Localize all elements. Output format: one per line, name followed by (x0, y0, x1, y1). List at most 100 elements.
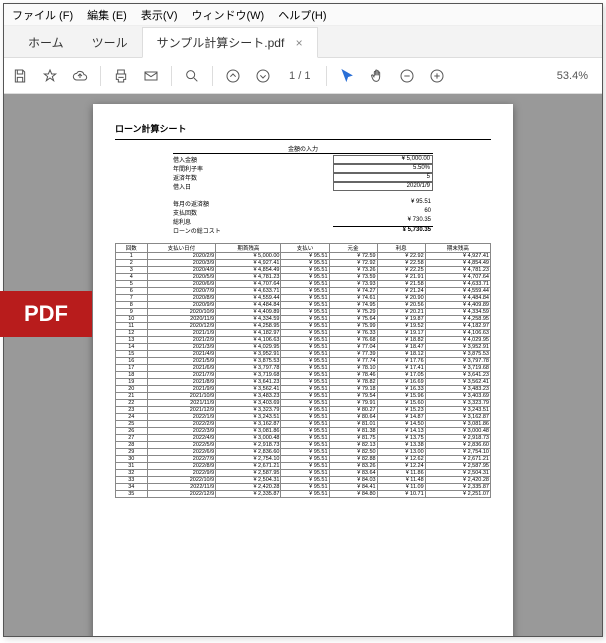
cell: ¥ 95.51 (281, 421, 329, 428)
cell: ¥ 80.64 (329, 414, 377, 421)
cell: ¥ 3,162.87 (216, 421, 281, 428)
cell: 2022/11/9 (147, 484, 216, 491)
menu-help[interactable]: ヘルプ(H) (278, 7, 326, 23)
zoom-out-icon[interactable] (397, 66, 417, 86)
input-label: 年間利子率 (173, 164, 273, 173)
cell: 2022/7/9 (147, 456, 216, 463)
cell: 23 (116, 407, 148, 414)
page-down-icon[interactable] (253, 66, 273, 86)
mail-icon[interactable] (141, 66, 161, 86)
cell: 16 (116, 358, 148, 365)
cell: ¥ 4,707.64 (216, 281, 281, 288)
cell: ¥ 4,484.84 (216, 302, 281, 309)
pointer-icon[interactable] (337, 66, 357, 86)
cell: ¥ 4,781.23 (216, 274, 281, 281)
cell: ¥ 95.51 (281, 323, 329, 330)
cell: ¥ 3,323.79 (425, 400, 490, 407)
cell: ¥ 13.75 (377, 435, 425, 442)
summary-block: 毎月の返済額¥ 95.51支払回数60総利息¥ 730.35ローンの総コスト¥ … (173, 199, 433, 235)
cell: ¥ 2,504.31 (216, 477, 281, 484)
close-icon[interactable]: × (296, 36, 303, 50)
page-up-icon[interactable] (223, 66, 243, 86)
cell: 2022/5/9 (147, 442, 216, 449)
cell: 2020/7/9 (147, 288, 216, 295)
cell: ¥ 17.05 (377, 372, 425, 379)
col-header: 期首残高 (216, 244, 281, 253)
cell: ¥ 95.51 (281, 470, 329, 477)
cell: ¥ 14.50 (377, 421, 425, 428)
save-icon[interactable] (10, 66, 30, 86)
table-row: 252022/2/9¥ 3,162.87¥ 95.51¥ 81.01¥ 14.5… (116, 421, 491, 428)
tab-tool[interactable]: ツール (78, 28, 142, 57)
doc-title: ローン計算シート (115, 122, 491, 135)
search-icon[interactable] (182, 66, 202, 86)
cell: ¥ 20.21 (377, 309, 425, 316)
separator (212, 66, 213, 86)
cell: ¥ 83.26 (329, 463, 377, 470)
cell: ¥ 3,797.78 (425, 358, 490, 365)
cell: 2022/4/9 (147, 435, 216, 442)
tab-document[interactable]: サンプル計算シート.pdf × (142, 27, 318, 58)
cell: 35 (116, 491, 148, 498)
cell: ¥ 2,836.60 (216, 449, 281, 456)
input-value: 5.50% (333, 164, 433, 173)
cell: 21 (116, 393, 148, 400)
cell: ¥ 18.82 (377, 337, 425, 344)
cell: ¥ 4,029.95 (216, 344, 281, 351)
cell: 2021/12/9 (147, 407, 216, 414)
cell: ¥ 4,258.95 (216, 323, 281, 330)
menu-view[interactable]: 表示(V) (141, 7, 178, 23)
print-icon[interactable] (111, 66, 131, 86)
cell: 2021/4/9 (147, 351, 216, 358)
cell: 2021/10/9 (147, 393, 216, 400)
cell: 32 (116, 470, 148, 477)
cell: 19 (116, 379, 148, 386)
cell: 3 (116, 267, 148, 274)
cell: ¥ 21.24 (377, 288, 425, 295)
cell: ¥ 78.82 (329, 379, 377, 386)
table-row: 182021/7/9¥ 3,719.68¥ 95.51¥ 78.46¥ 17.0… (116, 372, 491, 379)
cell: ¥ 2,420.28 (425, 477, 490, 484)
cell: 2022/3/9 (147, 428, 216, 435)
zoom-level[interactable]: 53.4% (557, 70, 596, 82)
cell: ¥ 20.56 (377, 302, 425, 309)
document-viewer[interactable]: ローン計算シート 金額の入力 借入金額¥ 5,000.00年間利子率5.50%返… (4, 94, 602, 636)
hand-icon[interactable] (367, 66, 387, 86)
cell: ¥ 22.58 (377, 260, 425, 267)
cell: ¥ 78.10 (329, 365, 377, 372)
table-row: 162021/5/9¥ 3,875.53¥ 95.51¥ 77.74¥ 17.7… (116, 358, 491, 365)
zoom-in-icon[interactable] (427, 66, 447, 86)
cell: ¥ 81.01 (329, 421, 377, 428)
cell: 26 (116, 428, 148, 435)
input-value: 5 (333, 173, 433, 182)
cell: ¥ 73.93 (329, 281, 377, 288)
separator (171, 66, 172, 86)
tab-home[interactable]: ホーム (14, 28, 78, 57)
cell: ¥ 2,335.87 (425, 484, 490, 491)
cell: 10 (116, 316, 148, 323)
cell: ¥ 95.51 (281, 449, 329, 456)
cell: ¥ 95.51 (281, 351, 329, 358)
cell: 17 (116, 365, 148, 372)
table-row: 72020/8/9¥ 4,559.44¥ 95.51¥ 74.61¥ 20.90… (116, 295, 491, 302)
table-row: 282022/5/9¥ 2,918.73¥ 95.51¥ 82.13¥ 13.3… (116, 442, 491, 449)
star-icon[interactable] (40, 66, 60, 86)
cell: ¥ 4,559.44 (216, 295, 281, 302)
table-row: 352022/12/9¥ 2,335.87¥ 95.51¥ 84.80¥ 10.… (116, 491, 491, 498)
cell: ¥ 95.51 (281, 267, 329, 274)
menu-file[interactable]: ファイル (F) (12, 7, 73, 23)
summary-label: 総利息 (173, 217, 273, 226)
menu-edit[interactable]: 編集 (E) (87, 7, 127, 23)
cell: 28 (116, 442, 148, 449)
cell: ¥ 19.52 (377, 323, 425, 330)
cell: ¥ 4,182.97 (216, 330, 281, 337)
inputs-header: 金額の入力 (173, 144, 433, 154)
table-row: 152021/4/9¥ 3,952.91¥ 95.51¥ 77.39¥ 18.1… (116, 351, 491, 358)
cell: ¥ 4,106.63 (425, 330, 490, 337)
input-value: 2020/1/9 (333, 182, 433, 191)
menu-window[interactable]: ウィンドウ(W) (192, 7, 265, 23)
cell: ¥ 72.92 (329, 260, 377, 267)
cloud-upload-icon[interactable] (70, 66, 90, 86)
cell: ¥ 4,927.41 (425, 253, 490, 260)
cell: ¥ 81.38 (329, 428, 377, 435)
